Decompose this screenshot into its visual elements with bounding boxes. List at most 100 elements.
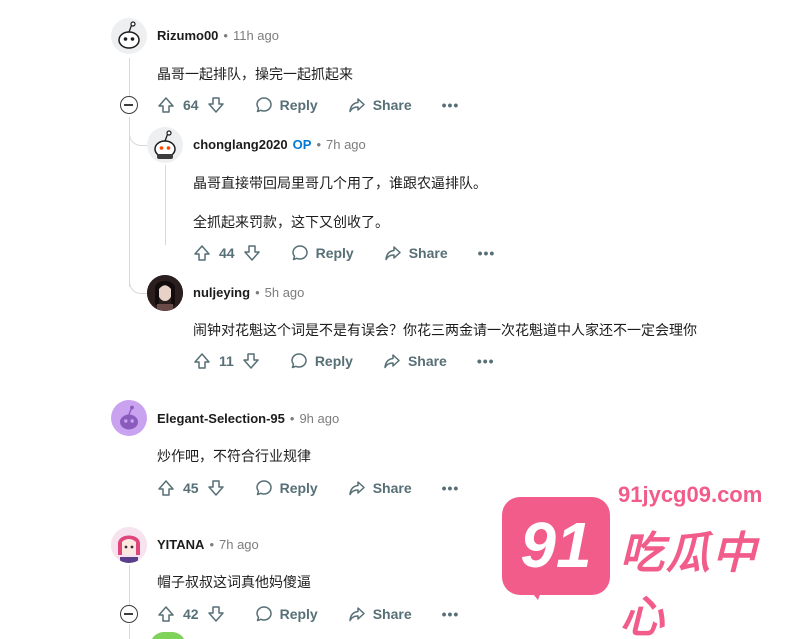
comment-text: 晶哥直接带回局里哥几个用了，谁跟农逼排队。 (193, 176, 487, 192)
vote-count: 42 (183, 606, 199, 622)
username[interactable]: chonglang2020 (193, 137, 288, 152)
comment-bubble-icon (291, 245, 308, 261)
timestamp[interactable]: 7h ago (326, 137, 366, 152)
upvote-icon[interactable] (157, 605, 175, 623)
comment-bubble-icon (255, 97, 272, 113)
share-icon (348, 98, 365, 113)
avatar[interactable] (111, 527, 147, 563)
upvote-icon[interactable] (193, 244, 211, 262)
separator: • (316, 137, 321, 152)
more-options-icon[interactable]: ••• (442, 97, 460, 113)
op-badge: OP (292, 137, 312, 152)
comment-text: 晶哥一起排队，操完一起抓起来 (157, 67, 353, 83)
comment-text: 闹钟对花魁这个词是不是有误会？你花三两金请一次花魁道中人家还不一定会理你 (193, 323, 697, 339)
thread-branch (129, 118, 147, 146)
timestamp[interactable]: 11h ago (233, 28, 279, 43)
watermark-name: 吃瓜中心 (620, 528, 758, 639)
downvote-icon[interactable] (243, 244, 261, 262)
share-button[interactable]: Share (348, 605, 412, 623)
comment-text: 帽子叔叔这词真他妈傻逼 (157, 575, 311, 591)
share-icon (384, 246, 401, 261)
avatar-partial[interactable] (150, 632, 186, 639)
more-options-icon[interactable]: ••• (442, 606, 460, 622)
separator: • (209, 537, 214, 552)
comment-actions: 44 Reply Share ••• (193, 241, 495, 265)
username[interactable]: Elegant-Selection-95 (157, 411, 285, 426)
timestamp[interactable]: 9h ago (299, 411, 339, 426)
timestamp[interactable]: 7h ago (219, 537, 259, 552)
vote-count: 45 (183, 480, 199, 496)
reply-label: Reply (279, 606, 318, 622)
downvote-icon[interactable] (242, 352, 260, 370)
share-icon (348, 481, 365, 496)
comment-actions: 45 Reply Share ••• (157, 476, 459, 500)
reply-label: Reply (315, 245, 354, 261)
reply-button[interactable]: Reply (291, 244, 354, 262)
reply-label: Reply (279, 97, 318, 113)
downvote-icon[interactable] (207, 96, 225, 114)
username[interactable]: YITANA (157, 537, 204, 552)
comment-bubble-icon (255, 606, 272, 622)
thread-line (129, 117, 130, 287)
comment-text: 全抓起来罚款，这下又创收了。 (193, 215, 389, 231)
share-icon (348, 607, 365, 622)
separator: • (289, 411, 295, 426)
thread-line (129, 58, 130, 98)
separator: • (255, 285, 260, 300)
share-label: Share (407, 353, 447, 369)
snoo-avatar-icon (118, 21, 140, 49)
downvote-icon[interactable] (207, 479, 225, 497)
reply-button[interactable]: Reply (255, 479, 318, 497)
share-label: Share (372, 606, 412, 622)
upvote-icon[interactable] (157, 96, 175, 114)
share-button[interactable]: Share (348, 479, 412, 497)
comment-header: YITANA • 7h ago (157, 537, 259, 552)
username[interactable]: nuljeying (193, 285, 250, 300)
thread-line (129, 565, 130, 605)
share-label: Share (372, 97, 412, 113)
more-options-icon[interactable]: ••• (442, 480, 460, 496)
upvote-icon[interactable] (193, 352, 211, 370)
share-button[interactable]: Share (348, 96, 412, 114)
comment-actions: 64 Reply Share ••• (157, 93, 459, 117)
avatar[interactable] (111, 18, 147, 54)
separator: • (223, 28, 228, 43)
reply-button[interactable]: Reply (290, 352, 353, 370)
avatar[interactable] (111, 400, 147, 436)
comment-header: chonglang2020 OP • 7h ago (193, 137, 366, 152)
comment-header: Rizumo00 • 11h ago (157, 28, 279, 43)
collapse-thread-button[interactable] (120, 605, 138, 623)
share-button[interactable]: Share (384, 244, 448, 262)
vote-count: 64 (183, 97, 199, 113)
reply-label: Reply (314, 353, 353, 369)
comment-actions: 11 Reply Share ••• (193, 349, 495, 373)
thread-branch (129, 268, 147, 294)
reply-label: Reply (279, 480, 318, 496)
watermark-url: 91jycg09.com (618, 482, 763, 507)
vote-count: 44 (219, 245, 235, 261)
snoo-avatar-icon (120, 405, 138, 430)
timestamp[interactable]: 5h ago (265, 285, 305, 300)
thread-line (165, 165, 166, 245)
share-label: Share (408, 245, 448, 261)
user-photo-icon (147, 275, 183, 311)
reply-button[interactable]: Reply (255, 96, 318, 114)
comment-header: nuljeying • 5h ago (193, 285, 304, 300)
snoo-avatar-icon (154, 130, 176, 159)
share-button[interactable]: Share (383, 352, 447, 370)
collapse-thread-button[interactable] (120, 96, 138, 114)
reply-button[interactable]: Reply (255, 605, 318, 623)
upvote-icon[interactable] (157, 479, 175, 497)
user-photo-icon (111, 527, 147, 563)
more-options-icon[interactable]: ••• (477, 353, 495, 369)
avatar[interactable] (147, 127, 183, 163)
share-label: Share (372, 480, 412, 496)
comment-bubble-icon (291, 353, 307, 369)
username[interactable]: Rizumo00 (157, 28, 218, 43)
comment-actions: 42 Reply Share ••• (157, 602, 459, 626)
downvote-icon[interactable] (207, 605, 225, 623)
comment-text: 炒作吧，不符合行业规律 (157, 449, 311, 465)
watermark-number: 91 (520, 509, 592, 581)
avatar[interactable] (147, 275, 183, 311)
more-options-icon[interactable]: ••• (478, 245, 496, 261)
